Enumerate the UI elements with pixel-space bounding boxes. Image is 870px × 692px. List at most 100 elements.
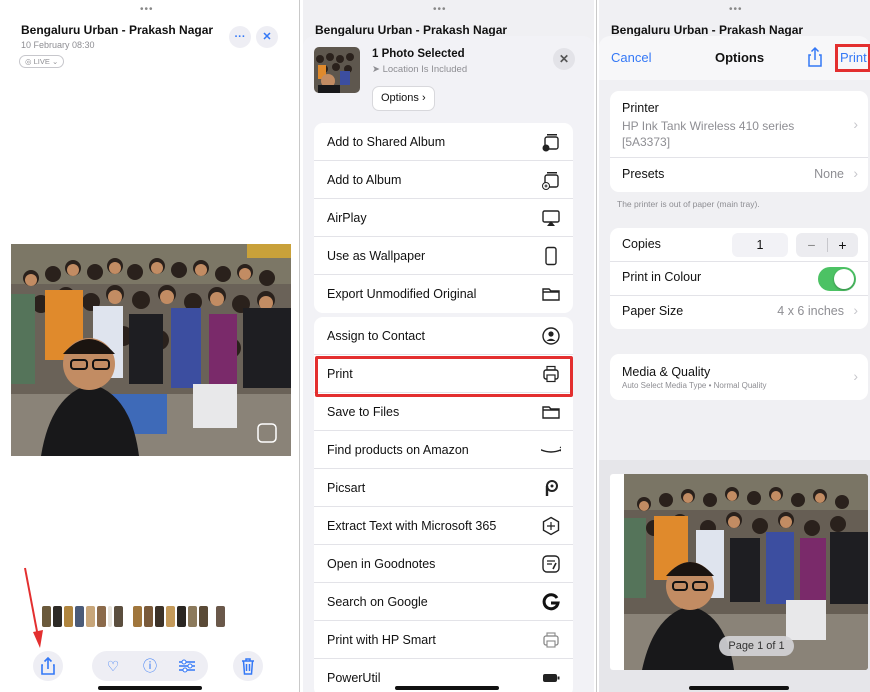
colour-toggle[interactable] xyxy=(818,267,856,291)
options-label: Options xyxy=(381,92,419,104)
photo-viewer-panel: ••• Bengaluru Urban - Prakash Nagar 10 F… xyxy=(0,0,296,692)
phone-icon xyxy=(545,246,557,266)
action-label: Save to Files xyxy=(327,405,400,419)
share-sheet-panel: ••• Bengaluru Urban - Prakash Nagar 1 Ph… xyxy=(303,0,594,692)
action-airplay[interactable]: AirPlay xyxy=(314,199,573,237)
action-print-with-hp-smart[interactable]: Print with HP Smart xyxy=(314,621,573,659)
contact-icon xyxy=(542,327,560,345)
action-assign-to-contact[interactable]: Assign to Contact xyxy=(314,317,573,355)
printer-name: HP Ink Tank Wireless 410 series xyxy=(622,119,795,133)
location-label: Location Is Included xyxy=(382,64,468,75)
delete-button[interactable] xyxy=(233,651,263,681)
action-label: Search on Google xyxy=(327,595,428,609)
plus-icon[interactable]: + xyxy=(827,233,858,257)
options-title: Options xyxy=(715,50,765,65)
folder-icon xyxy=(542,406,560,419)
hp-smart-printer-icon xyxy=(543,632,559,648)
presets-value: None xyxy=(814,167,844,181)
media-quality-label: Media & Quality xyxy=(622,365,711,379)
colour-label: Print in Colour xyxy=(622,270,702,284)
action-label: Add to Album xyxy=(327,173,402,187)
presets-label: Presets xyxy=(622,167,665,181)
background-title: Bengaluru Urban - Prakash Nagar xyxy=(315,23,508,37)
action-add-to-shared-album[interactable]: Add to Shared Album xyxy=(314,123,573,161)
page-count-badge: Page 1 of 1 xyxy=(719,636,794,656)
share-icon[interactable] xyxy=(806,46,824,68)
heart-icon[interactable]: ♡ xyxy=(100,651,126,681)
media-quality-card[interactable]: Media & Quality Auto Select Media Type •… xyxy=(610,354,868,400)
print-highlight-box xyxy=(835,44,870,72)
photo-scrubber[interactable] xyxy=(42,606,225,627)
microsoft-365-icon xyxy=(542,516,560,536)
action-extract-text-microsoft-365[interactable]: Extract Text with Microsoft 365 xyxy=(314,507,573,545)
action-label: Open in Goodnotes xyxy=(327,557,436,571)
picsart-icon xyxy=(545,480,558,496)
album-add-icon xyxy=(542,172,559,190)
printer-row[interactable]: Printer HP Ink Tank Wireless 410 series … xyxy=(610,91,868,158)
cancel-button[interactable]: Cancel xyxy=(611,50,651,65)
paper-size-row[interactable]: Paper Size 4 x 6 inches › xyxy=(610,296,868,329)
paper-size-value: 4 x 6 inches xyxy=(777,304,844,318)
minus-icon[interactable]: − xyxy=(796,233,827,257)
printer-status-note: The printer is out of paper (main tray). xyxy=(617,199,760,209)
copies-input[interactable]: 1 xyxy=(732,233,788,257)
chevron-right-icon: › xyxy=(853,165,858,181)
copies-row: Copies 1 − + xyxy=(610,228,868,262)
action-add-to-album[interactable]: Add to Album xyxy=(314,161,573,199)
action-search-on-google[interactable]: Search on Google xyxy=(314,583,573,621)
photo-actions-toolbar: ♡ ⓘ xyxy=(92,651,208,681)
printer-card: Printer HP Ink Tank Wireless 410 series … xyxy=(610,91,868,192)
close-button[interactable]: ✕ xyxy=(256,26,278,48)
media-quality-subtitle: Auto Select Media Type • Normal Quality xyxy=(622,381,767,390)
chevron-right-icon: › xyxy=(421,92,426,104)
action-picsart[interactable]: Picsart xyxy=(314,469,573,507)
shared-album-icon xyxy=(542,134,559,152)
action-label: Find products on Amazon xyxy=(327,443,469,457)
more-options-button[interactable]: ··· xyxy=(229,26,251,48)
copies-label: Copies xyxy=(622,237,661,251)
sliders-icon[interactable] xyxy=(174,651,200,683)
selected-photo-thumbnail xyxy=(314,47,360,93)
home-indicator xyxy=(689,686,789,690)
options-button[interactable]: Options › xyxy=(372,86,435,111)
panel-divider xyxy=(596,0,597,692)
action-save-to-files[interactable]: Save to Files xyxy=(314,393,573,431)
grabber-dots: ••• xyxy=(433,4,447,15)
home-indicator xyxy=(98,686,202,690)
airplay-icon xyxy=(542,210,560,226)
chevron-right-icon: › xyxy=(853,368,858,384)
action-label: Export Unmodified Original xyxy=(327,287,477,301)
presets-row[interactable]: Presets None › xyxy=(610,158,868,192)
google-icon xyxy=(542,593,560,611)
action-group-1: Add to Shared Album Add to Album AirPlay… xyxy=(314,123,573,313)
amazon-smile-icon xyxy=(541,446,561,453)
action-label: Extract Text with Microsoft 365 xyxy=(327,519,497,533)
action-label: Add to Shared Album xyxy=(327,135,446,149)
home-indicator xyxy=(395,686,499,690)
action-use-as-wallpaper[interactable]: Use as Wallpaper xyxy=(314,237,573,275)
action-label: Use as Wallpaper xyxy=(327,249,426,263)
printer-id: [5A3373] xyxy=(622,135,671,149)
action-label: Picsart xyxy=(327,481,366,495)
action-label: Print with HP Smart xyxy=(327,633,436,647)
copies-stepper[interactable]: − + xyxy=(796,233,858,257)
sheet-title: 1 Photo Selected xyxy=(372,48,465,60)
action-export-unmodified-original[interactable]: Export Unmodified Original xyxy=(314,275,573,313)
info-icon[interactable]: ⓘ xyxy=(137,651,163,681)
close-sheet-button[interactable]: ✕ xyxy=(553,48,575,70)
toggle-knob xyxy=(834,269,854,289)
action-label: PowerUtil xyxy=(327,671,381,685)
print-options-panel: ••• Bengaluru Urban - Prakash Nagar Canc… xyxy=(599,0,870,692)
print-settings-card: Copies 1 − + Print in Colour Paper Size … xyxy=(610,228,868,329)
location-included-text: ➤ Location Is Included xyxy=(372,64,467,75)
goodnotes-icon xyxy=(542,555,560,573)
location-arrow-icon: ➤ xyxy=(372,64,380,75)
action-find-products-on-amazon[interactable]: Find products on Amazon xyxy=(314,431,573,469)
print-in-colour-row: Print in Colour xyxy=(610,262,868,296)
battery-icon xyxy=(543,674,560,682)
background-title: Bengaluru Urban - Prakash Nagar xyxy=(611,23,804,37)
chevron-right-icon: › xyxy=(853,116,858,132)
red-arrow-annotation xyxy=(24,567,43,648)
action-open-in-goodnotes[interactable]: Open in Goodnotes xyxy=(314,545,573,583)
paper-size-label: Paper Size xyxy=(622,304,684,318)
